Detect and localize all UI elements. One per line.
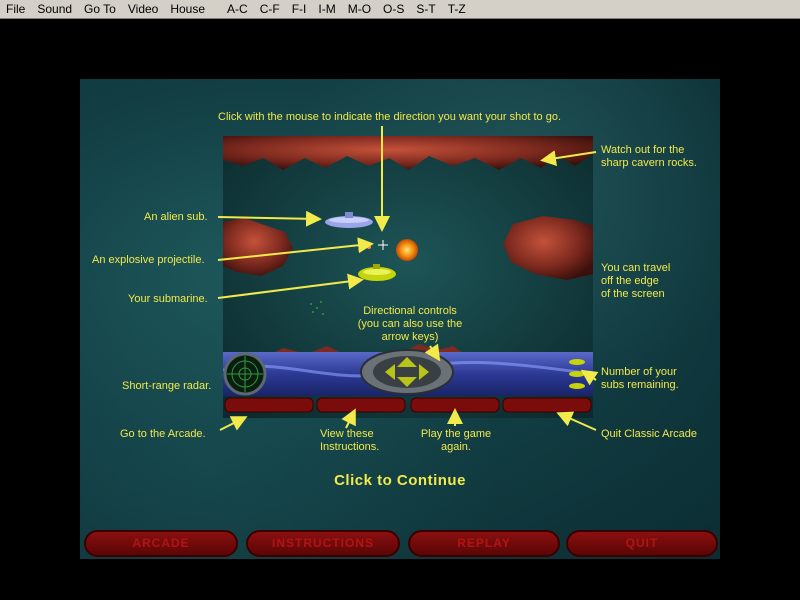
quit-button[interactable]: QUIT	[566, 530, 718, 557]
instructions-button[interactable]: INSTRUCTIONS	[246, 530, 400, 557]
annotation-arrows	[217, 126, 599, 431]
label-cavern-rocks: Watch out for the sharp cavern rocks.	[601, 144, 697, 169]
replay-button[interactable]: REPLAY	[408, 530, 560, 557]
label-click-direction: Click with the mouse to indicate the dir…	[218, 111, 562, 123]
label-play-again: Play the game again.	[420, 428, 492, 453]
label-view-instructions: View these Instructions.	[320, 428, 380, 453]
label-quit: Quit Classic Arcade	[601, 428, 697, 440]
label-directional: Directional controls (you can also use th…	[357, 305, 463, 343]
label-go-arcade: Go to the Arcade.	[120, 428, 206, 440]
label-radar: Short-range radar.	[122, 380, 212, 392]
label-subs-remaining: Number of your subs remaining.	[601, 366, 679, 391]
label-alien-sub: An alien sub.	[144, 211, 208, 223]
label-your-sub: Your submarine.	[128, 293, 208, 305]
label-travel-edge: You can travel off the edge of the screen	[601, 262, 671, 300]
arcade-button[interactable]: ARCADE	[84, 530, 238, 557]
label-projectile: An explosive projectile.	[92, 254, 205, 266]
click-to-continue[interactable]: Click to Continue	[300, 472, 500, 489]
